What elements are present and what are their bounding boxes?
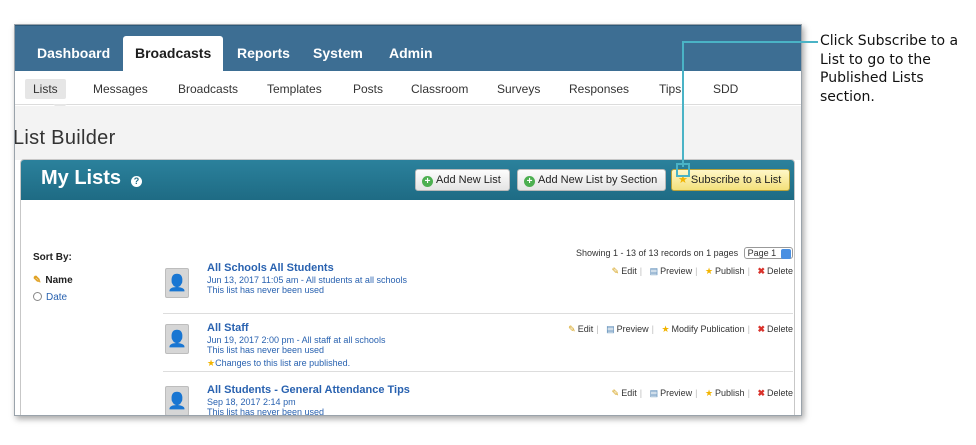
callout-text: Click Subscribe to a List to go to the P…: [820, 33, 959, 105]
subnav-posts[interactable]: Posts: [345, 79, 391, 99]
list-name[interactable]: All Students - General Attendance Tips: [207, 384, 410, 396]
add-new-list-button[interactable]: + Add New List: [415, 169, 510, 191]
preview-icon: ▤: [606, 324, 615, 334]
subnav-templates[interactable]: Templates: [259, 79, 330, 99]
help-icon[interactable]: ?: [131, 176, 142, 187]
sort-by-label: Sort By:: [33, 252, 72, 263]
tab-reports[interactable]: Reports: [225, 36, 302, 72]
callout-line-vertical: [682, 41, 684, 167]
publish-link[interactable]: Publish: [715, 266, 745, 276]
preview-link[interactable]: Preview: [617, 324, 649, 334]
published-note: ★Changes to this list are published.: [207, 358, 350, 369]
delete-icon: ✖: [757, 388, 765, 398]
publish-icon: ★: [704, 266, 714, 276]
edit-icon: ✎: [611, 388, 620, 398]
edit-link[interactable]: Edit: [621, 266, 637, 276]
add-new-list-label: Add New List: [436, 174, 501, 186]
sort-name-label: Name: [45, 275, 73, 286]
list-item: 👤 All Students - General Attendance Tips…: [163, 372, 793, 416]
list-usage: This list has never been used: [207, 345, 325, 355]
list-item: 👤 All Schools All Students Jun 13, 2017 …: [163, 258, 793, 314]
list-usage: This list has never been used: [207, 285, 325, 295]
published-note-text: Changes to this list are published.: [215, 358, 351, 368]
list-actions: ✎ Edit | ▤ Preview | ★ Modify Publication | ✖ D…: [568, 324, 793, 334]
publish-link[interactable]: Publish: [715, 388, 745, 398]
modify-publication-icon: ★: [661, 324, 670, 334]
list-actions: ✎ Edit | ▤ Preview | ★ Publish | ✖ Delete: [611, 388, 793, 398]
list-meta: Jun 13, 2017 11:05 am - All students at …: [207, 275, 407, 285]
plus-icon: +: [524, 176, 535, 187]
records-count: Showing 1 - 13 of 13 records on 1 pages: [576, 248, 739, 258]
tab-dashboard[interactable]: Dashboard: [25, 36, 122, 72]
delete-link[interactable]: Delete: [767, 266, 793, 276]
my-lists-panel: My Lists ? + Add New List + Add New List b…: [20, 159, 795, 416]
sort-date-label: Date: [46, 292, 68, 303]
list-item: 👤 All Staff Jun 19, 2017 2:00 pm - All s…: [163, 314, 793, 372]
delete-icon: ✖: [757, 266, 765, 276]
sort-date-option[interactable]: Date: [33, 292, 67, 303]
subnav-broadcasts[interactable]: Broadcasts: [170, 79, 246, 99]
page-title: List Builder: [14, 127, 116, 149]
preview-icon: ▤: [649, 266, 659, 276]
edit-link[interactable]: Edit: [578, 324, 594, 334]
add-list-by-section-button[interactable]: + Add New List by Section: [517, 169, 667, 191]
published-star-icon: ★: [207, 358, 216, 368]
add-list-by-section-label: Add New List by Section: [538, 174, 658, 186]
panel-title: My Lists: [41, 167, 122, 189]
tab-system[interactable]: System: [301, 36, 375, 72]
delete-link[interactable]: Delete: [767, 388, 793, 398]
edit-link[interactable]: Edit: [621, 388, 637, 398]
callout-line-horizontal: [682, 41, 818, 43]
subnav-responses[interactable]: Responses: [561, 79, 637, 99]
delete-link[interactable]: Delete: [767, 324, 793, 334]
list-meta: Sep 18, 2017 2:14 pm: [207, 397, 296, 407]
preview-link[interactable]: Preview: [660, 266, 692, 276]
edit-icon: ✎: [611, 266, 620, 276]
list-name[interactable]: All Schools All Students: [207, 262, 334, 274]
callout-target-marker: [676, 163, 690, 177]
list-usage: This list has never been used: [207, 407, 325, 416]
subnav-sdd[interactable]: SDD: [705, 79, 746, 99]
preview-icon: ▤: [649, 388, 659, 398]
preview-link[interactable]: Preview: [660, 388, 692, 398]
sort-name-option[interactable]: ✎ Name: [33, 275, 73, 286]
tab-admin[interactable]: Admin: [377, 36, 445, 72]
list-actions: ✎ Edit | ▤ Preview | ★ Publish | ✖ Delete: [611, 266, 793, 276]
list-contact-icon: 👤: [165, 268, 189, 298]
subnav-classroom[interactable]: Classroom: [403, 79, 476, 99]
edit-icon: ✎: [568, 324, 576, 334]
plus-icon: +: [422, 176, 433, 187]
modify-publication-link[interactable]: Modify Publication: [672, 324, 745, 334]
clock-icon: [33, 292, 42, 301]
subscribe-label: Subscribe to a List: [690, 174, 782, 186]
subnav-lists[interactable]: Lists: [25, 79, 66, 99]
subnav-surveys[interactable]: Surveys: [489, 79, 548, 99]
list-name[interactable]: All Staff: [207, 322, 249, 334]
list-contact-icon: 👤: [165, 324, 189, 354]
list-meta: Jun 19, 2017 2:00 pm - All staff at all …: [207, 335, 386, 345]
subnav-messages[interactable]: Messages: [85, 79, 156, 99]
delete-icon: ✖: [757, 324, 765, 334]
list-contact-icon: 👤: [165, 386, 189, 415]
pencil-icon: ✎: [33, 275, 42, 286]
publish-icon: ★: [704, 388, 714, 398]
tab-broadcasts[interactable]: Broadcasts: [123, 36, 224, 72]
